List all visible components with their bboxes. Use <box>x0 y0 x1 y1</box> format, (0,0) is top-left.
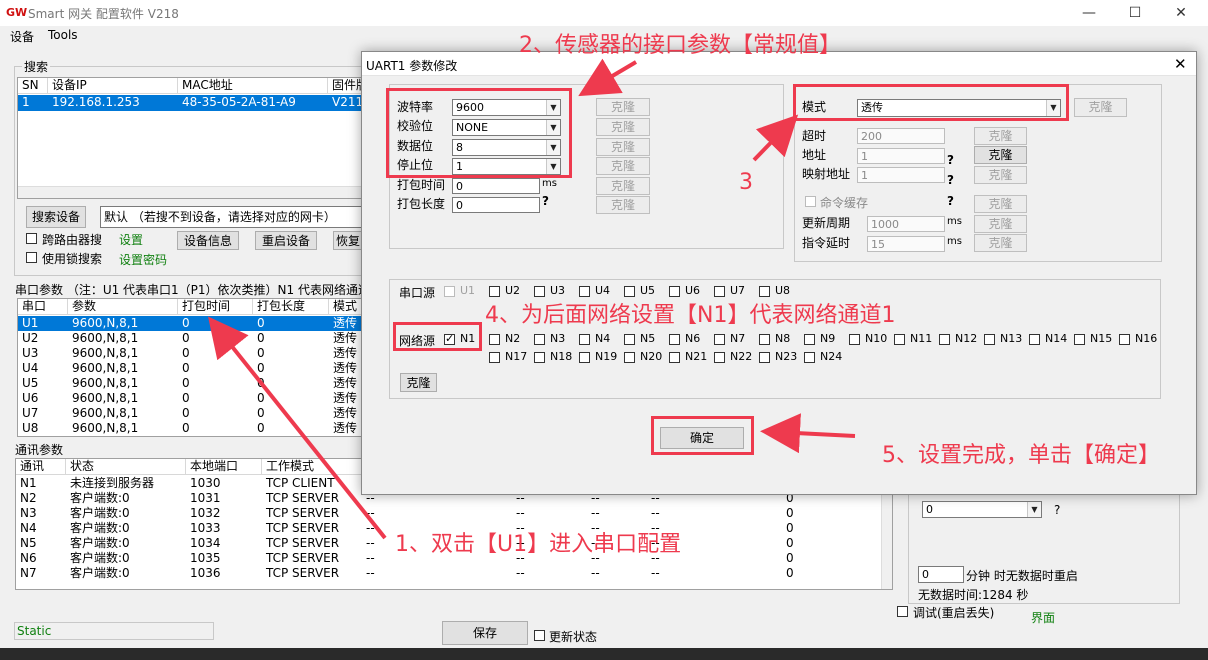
annotation-2: 2、传感器的接口参数【常规值】 <box>519 33 841 58</box>
arrow-2 <box>578 58 638 97</box>
annotation-5: 5、设置完成，单击【确定】 <box>882 443 1160 468</box>
arrow-5 <box>760 413 856 454</box>
arrow-1 <box>208 316 387 540</box>
arrow-3 <box>752 114 799 162</box>
annotation-arrows <box>208 58 856 540</box>
annotation-1: 1、双击【U1】进入串口配置 <box>395 532 682 557</box>
annotation-3: 3 <box>739 170 753 195</box>
annotation-4: 4、为后面网络设置【N1】代表网络通道1 <box>485 303 896 328</box>
